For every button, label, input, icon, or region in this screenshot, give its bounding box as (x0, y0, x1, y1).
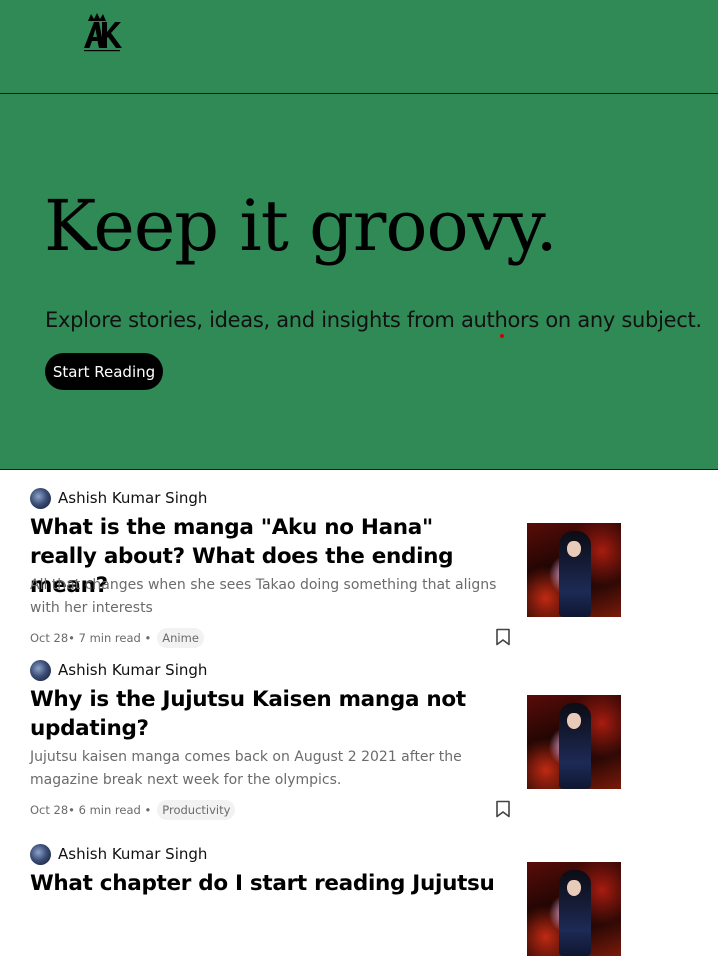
bookmark-icon[interactable] (495, 628, 511, 646)
thumbnail-face (567, 541, 581, 557)
author-avatar[interactable] (30, 487, 51, 509)
cursor-dot (500, 334, 504, 338)
article-meta: Oct 28• 6 min read • Productivity (30, 800, 236, 820)
ak-crown-logo[interactable] (80, 12, 124, 54)
thumbnail-face (567, 880, 581, 896)
article-title[interactable]: What chapter do I start reading Jujutsu (30, 869, 500, 898)
article-thumbnail[interactable] (527, 695, 621, 789)
article-tag[interactable]: Anime (157, 628, 204, 648)
hero-title: Keep it groovy. (44, 185, 558, 267)
author-row[interactable]: Ashish Kumar Singh (30, 659, 207, 681)
author-avatar[interactable] (30, 659, 51, 681)
article-date-readtime: Oct 28• 6 min read • (30, 803, 152, 817)
bookmark-icon[interactable] (495, 800, 511, 818)
hero-subtitle: Explore stories, ideas, and insights fro… (45, 308, 702, 332)
article-meta: Oct 28• 7 min read • Anime (30, 628, 204, 648)
author-avatar[interactable] (30, 843, 51, 865)
article-date-readtime: Oct 28• 7 min read • (30, 631, 152, 645)
hero-section: Keep it groovy. Explore stories, ideas, … (0, 94, 718, 470)
article-title[interactable]: Why is the Jujutsu Kaisen manga not upda… (30, 685, 500, 743)
article-excerpt[interactable]: All that changes when she sees Takao doi… (30, 574, 508, 620)
author-row[interactable]: Ashish Kumar Singh (30, 843, 207, 865)
author-name[interactable]: Ashish Kumar Singh (58, 489, 207, 507)
article-tag[interactable]: Productivity (157, 800, 236, 820)
article-excerpt[interactable]: Jujutsu kaisen manga comes back on Augus… (30, 746, 508, 792)
author-name[interactable]: Ashish Kumar Singh (58, 845, 207, 863)
author-row[interactable]: Ashish Kumar Singh (30, 487, 207, 509)
thumbnail-face (567, 713, 581, 729)
top-navbar (0, 0, 718, 94)
author-name[interactable]: Ashish Kumar Singh (58, 661, 207, 679)
article-thumbnail[interactable] (527, 862, 621, 956)
article-thumbnail[interactable] (527, 523, 621, 617)
start-reading-button[interactable]: Start Reading (45, 353, 163, 390)
